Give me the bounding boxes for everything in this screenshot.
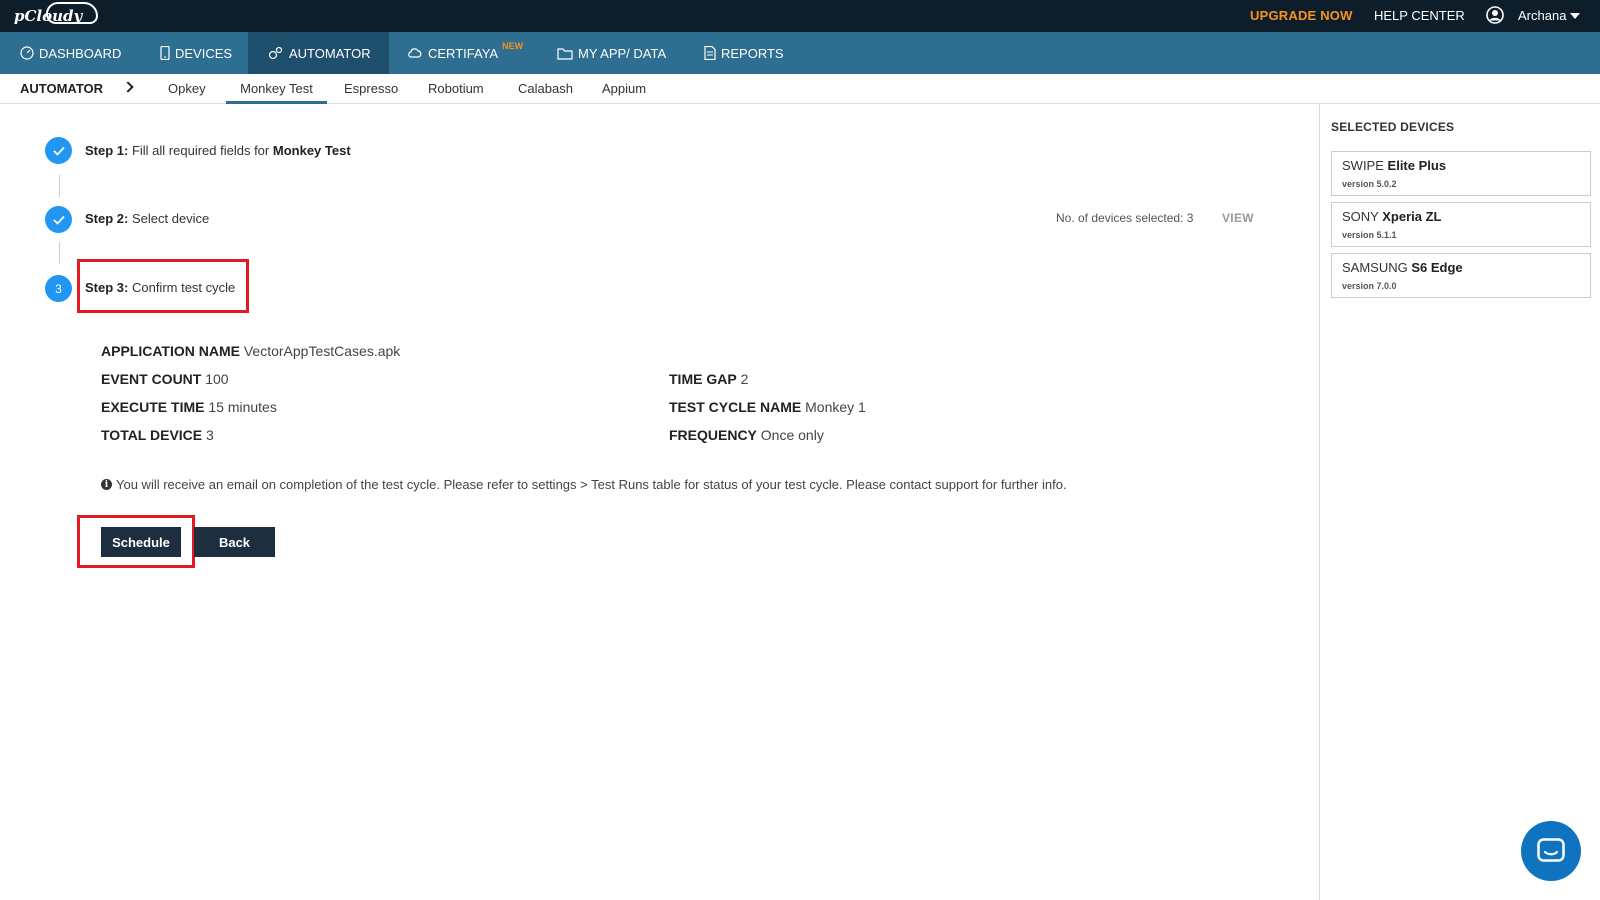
chat-launcher-button[interactable]: [1521, 821, 1581, 881]
new-badge: NEW: [502, 41, 524, 51]
dashboard-icon: [20, 46, 34, 60]
step-3-number: 3: [45, 275, 72, 302]
nav-certifaya[interactable]: CERTIFAYA NEW: [407, 32, 523, 74]
step-2-text: Step 2: Select device: [85, 211, 210, 226]
user-avatar-icon[interactable]: [1486, 6, 1504, 24]
device-card[interactable]: SWIPE Elite Plus version 5.0.2: [1331, 151, 1591, 196]
step-connector: [59, 242, 60, 264]
info-icon: i: [101, 479, 112, 490]
devices-selected-count: No. of devices selected: 3: [1056, 211, 1194, 225]
schedule-button[interactable]: Schedule: [101, 527, 181, 557]
execute-time: EXECUTE TIME 15 minutes: [101, 399, 277, 415]
event-count: EVENT COUNT 100: [101, 371, 229, 387]
upgrade-now-link[interactable]: UPGRADE NOW: [1250, 8, 1353, 23]
back-button[interactable]: Back: [194, 527, 275, 557]
main-nav: DASHBOARD DEVICES AUTOMATOR CERTIFAYA NE…: [0, 32, 1600, 74]
cloud-gear-icon: [408, 48, 422, 58]
nav-devices[interactable]: DEVICES: [160, 32, 232, 74]
chevron-right-icon: [122, 81, 134, 93]
tab-opkey[interactable]: Opkey: [168, 81, 206, 96]
top-bar: pCloudy UPGRADE NOW HELP CENTER Archana: [0, 0, 1600, 32]
step-connector: [59, 175, 60, 197]
step-1-text: Step 1: Fill all required fields for Mon…: [85, 143, 351, 158]
document-icon: [704, 46, 716, 60]
pcloudy-logo[interactable]: pCloudy: [14, 2, 98, 28]
user-name-menu[interactable]: Archana: [1518, 8, 1566, 23]
view-devices-link[interactable]: VIEW: [1222, 211, 1254, 225]
tab-monkey-test[interactable]: Monkey Test: [226, 74, 327, 104]
mobile-icon: [160, 46, 170, 60]
chat-icon: [1537, 838, 1565, 862]
total-device: TOTAL DEVICE 3: [101, 427, 214, 443]
device-card[interactable]: SAMSUNG S6 Edge version 7.0.0: [1331, 253, 1591, 298]
chevron-down-icon[interactable]: [1570, 13, 1580, 19]
selected-devices-title: SELECTED DEVICES: [1331, 120, 1455, 134]
subnav-title: AUTOMATOR: [20, 81, 104, 96]
sub-nav: AUTOMATOR Opkey Monkey Test Espresso Rob…: [0, 74, 1600, 104]
step-2-check-icon: [45, 206, 72, 233]
info-message: i You will receive an email on completio…: [101, 477, 1067, 492]
application-name: APPLICATION NAME VectorAppTestCases.apk: [101, 343, 401, 359]
time-gap: TIME GAP 2: [669, 371, 749, 387]
folder-icon: [557, 47, 573, 60]
nav-my-app-data[interactable]: MY APP/ DATA: [557, 32, 666, 74]
nav-reports[interactable]: REPORTS: [704, 32, 784, 74]
frequency: FREQUENCY Once only: [669, 427, 824, 443]
selected-devices-panel: SELECTED DEVICES SWIPE Elite Plus versio…: [1319, 104, 1600, 900]
help-center-link[interactable]: HELP CENTER: [1374, 8, 1465, 23]
test-cycle-name: TEST CYCLE NAME Monkey 1: [669, 399, 866, 415]
step-1-check-icon: [45, 137, 72, 164]
step-3-text: Step 3: Confirm test cycle: [85, 280, 236, 295]
tab-appium[interactable]: Appium: [602, 81, 646, 96]
tab-espresso[interactable]: Espresso: [344, 81, 398, 96]
gears-icon: [268, 46, 283, 60]
nav-dashboard[interactable]: DASHBOARD: [20, 32, 121, 74]
device-card[interactable]: SONY Xperia ZL version 5.1.1: [1331, 202, 1591, 247]
tab-robotium[interactable]: Robotium: [428, 81, 484, 96]
nav-automator[interactable]: AUTOMATOR: [248, 32, 389, 74]
tab-calabash[interactable]: Calabash: [518, 81, 573, 96]
